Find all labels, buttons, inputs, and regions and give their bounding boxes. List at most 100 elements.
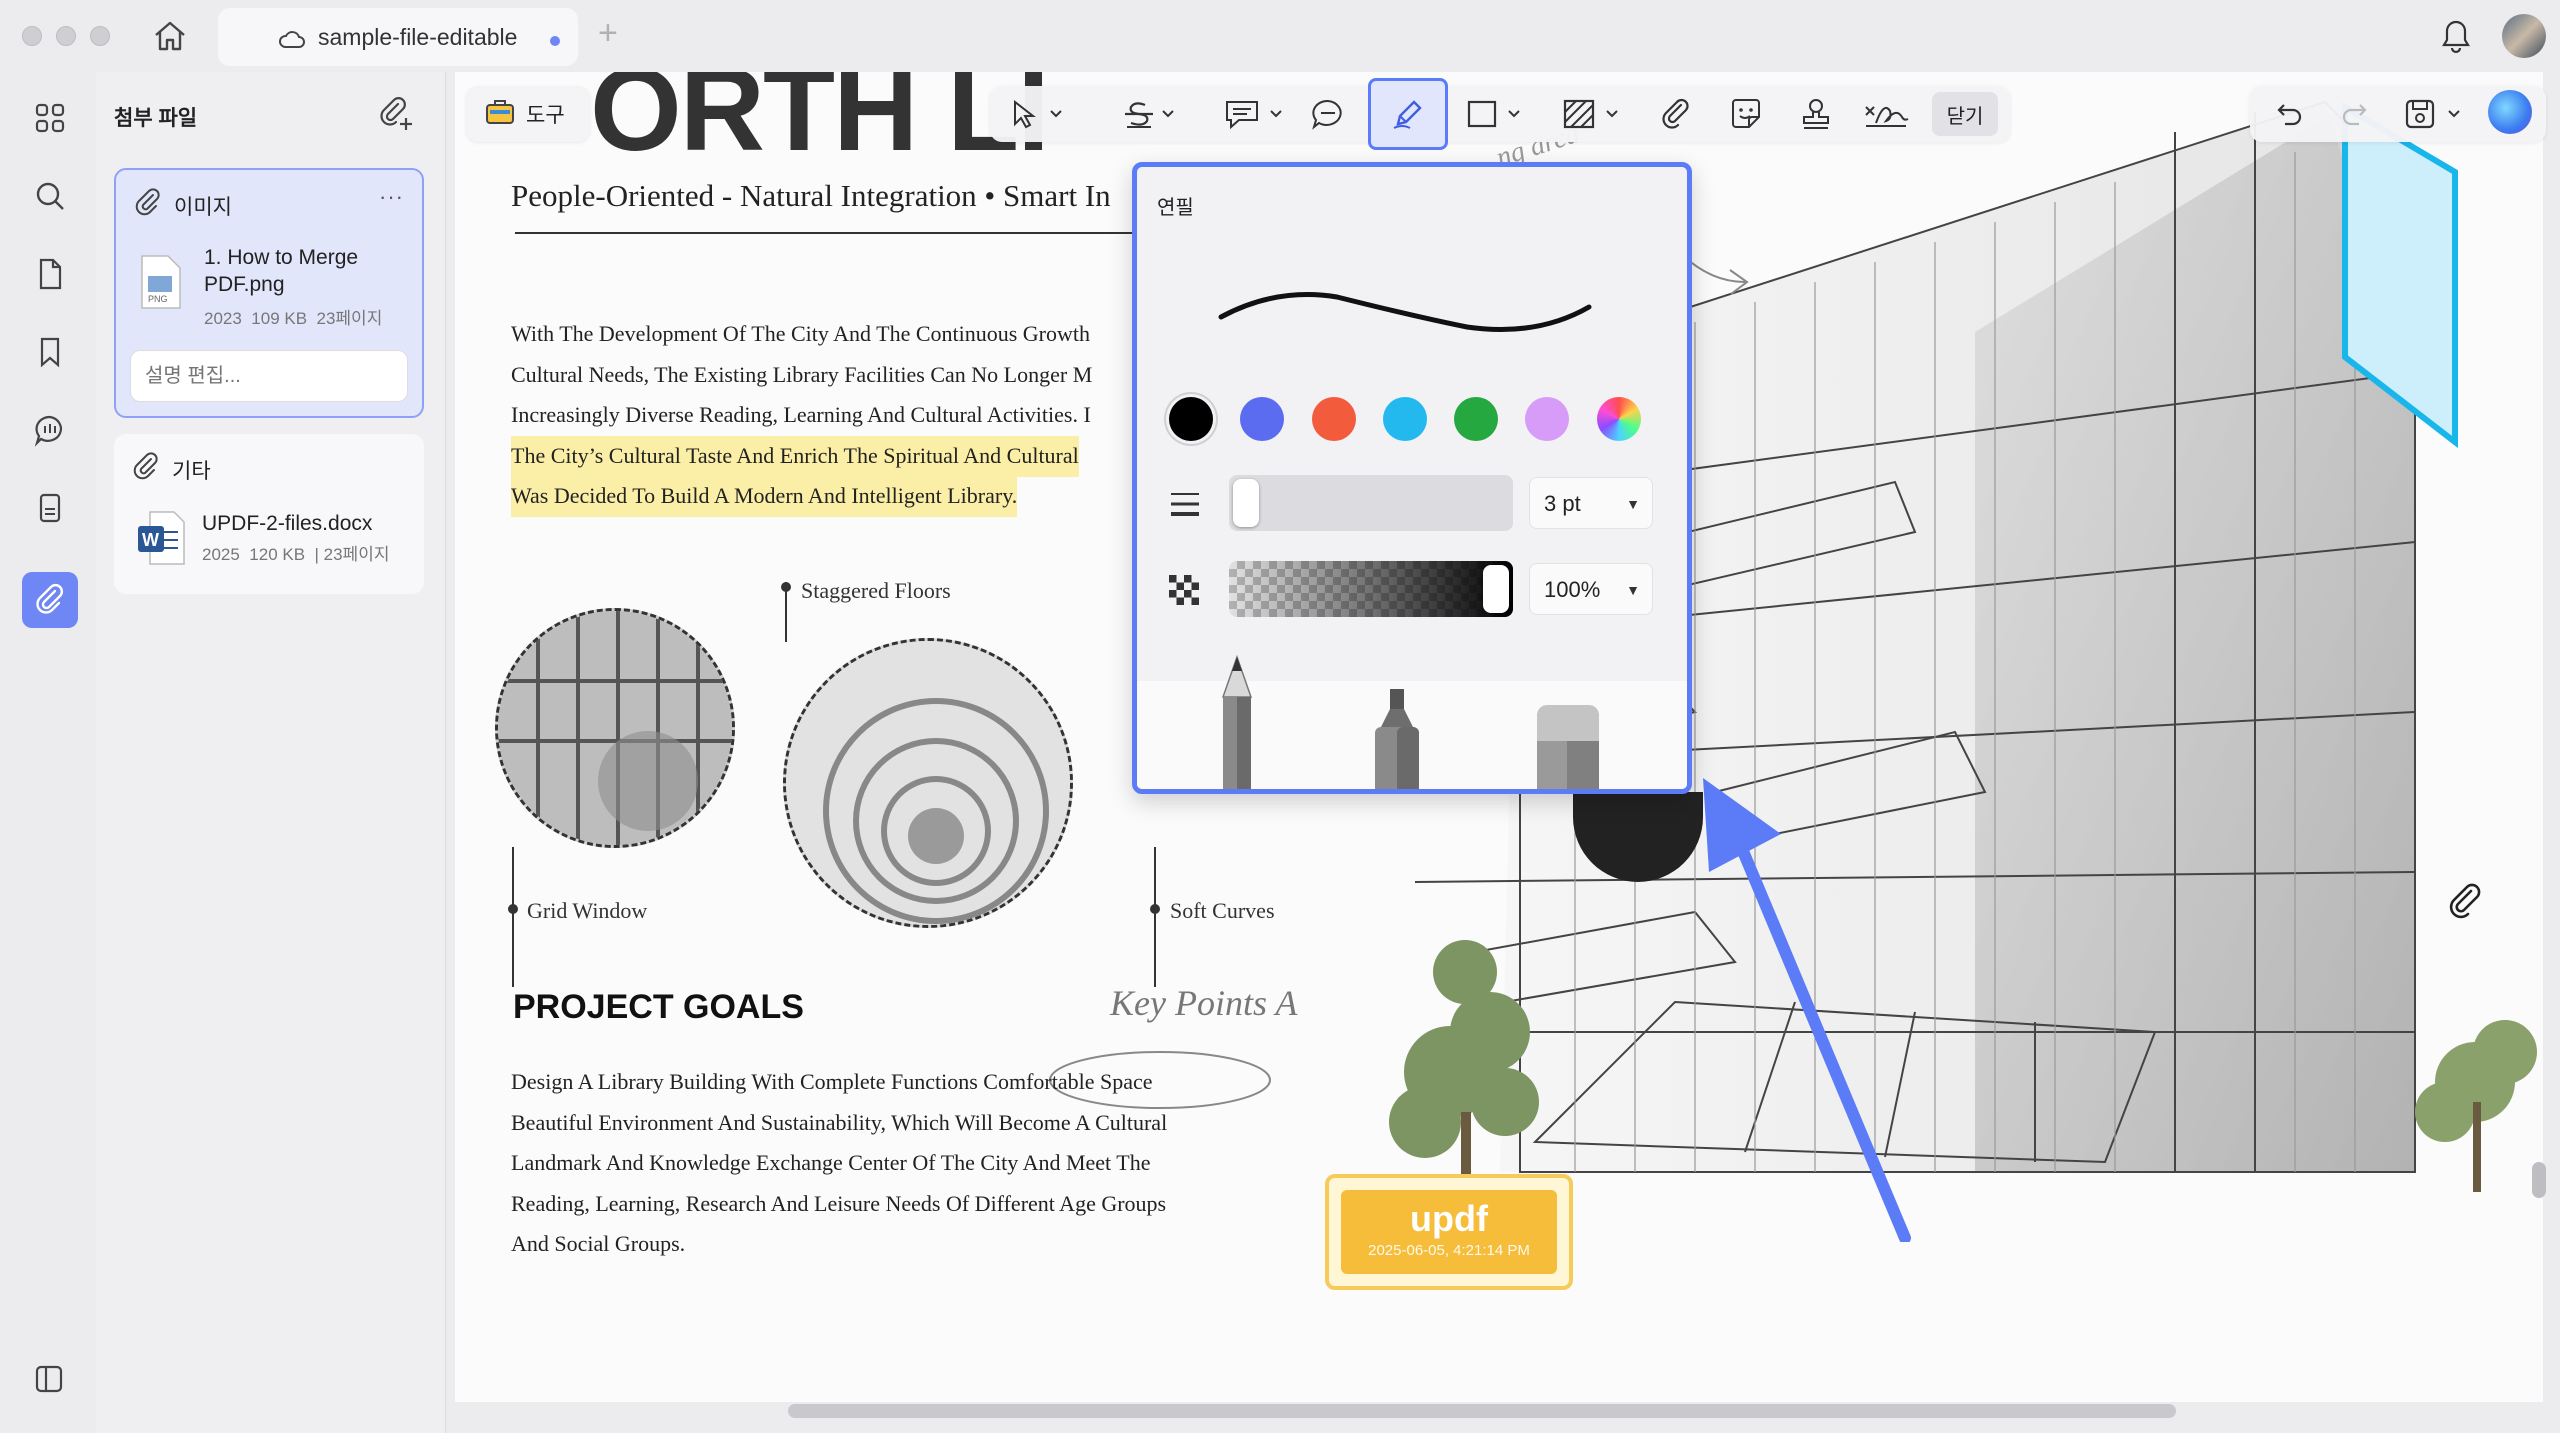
svg-text:PNG: PNG [148, 294, 168, 304]
intro-line: Increasingly Diverse Reading, Learning A… [511, 402, 1091, 427]
undo-icon[interactable] [2268, 92, 2312, 136]
home-icon[interactable] [150, 18, 190, 54]
leader-dot [1150, 904, 1160, 914]
rectangle-tool-button[interactable] [1460, 92, 1530, 136]
attachment-file-name: UPDF-2-files.docx [202, 512, 373, 535]
ai-assistant-icon[interactable] [2488, 90, 2532, 134]
project-goals-heading: PROJECT GOALS [513, 988, 804, 1026]
color-swatch-black[interactable] [1169, 397, 1213, 441]
horizontal-scrollbar[interactable] [788, 1404, 2176, 1418]
eraser-type-icon[interactable] [1533, 701, 1603, 789]
attachments-panel: 첨부 파일 이미지 ··· PNG 1. How to Merge PDF.pn… [35, 72, 446, 1433]
tab-title: sample-file-editable [318, 24, 518, 50]
paperclip-icon [134, 188, 164, 224]
note-comment-tool-button[interactable] [1306, 92, 1350, 136]
color-swatch-lavender[interactable] [1525, 397, 1569, 441]
stroke-width-dropdown[interactable]: 3 pt ▼ [1529, 477, 1653, 529]
stroke-width-knob[interactable] [1233, 479, 1259, 527]
maximize-window-button[interactable] [90, 26, 110, 46]
goals-line: And Social Groups. [511, 1231, 686, 1256]
tools-button[interactable]: 도구 [466, 86, 590, 142]
popup-title: 연필 [1157, 197, 1194, 219]
opacity-slider[interactable] [1229, 561, 1513, 617]
close-window-button[interactable] [22, 26, 42, 46]
color-swatch-green[interactable] [1454, 397, 1498, 441]
intro-line: Cultural Needs, The Existing Library Fac… [511, 362, 1093, 387]
group-label: 기타 [172, 460, 211, 483]
attachment-file-meta: 2025 120 KB | 23페이지 [202, 545, 390, 564]
pencil-tool-button[interactable] [1368, 78, 1448, 150]
label-soft-curves: Soft Curves [1170, 898, 1275, 923]
more-options-button[interactable]: ··· [379, 184, 404, 210]
attachment-file-meta: 2023 109 KB 23페이지 [204, 309, 383, 328]
leader-line [512, 847, 514, 987]
intro-line-highlighted[interactable]: The City’s Cultural Taste And Enrich The… [511, 436, 1079, 477]
intro-line: With The Development Of The City And The… [511, 321, 1091, 346]
leader-dot [508, 904, 518, 914]
paperclip-icon [132, 452, 162, 488]
custom-color-picker[interactable] [1597, 397, 1641, 441]
comments-icon[interactable] [28, 408, 72, 452]
stamp-tool-button[interactable] [1794, 92, 1838, 136]
add-attachment-icon[interactable] [378, 96, 414, 137]
subtitle-underline [515, 232, 1155, 234]
vertical-scrollbar[interactable] [2532, 1162, 2546, 1198]
goals-line: Landmark And Knowledge Exchange Center O… [511, 1150, 1151, 1175]
line-weight-icon [1169, 489, 1201, 524]
stamp-annotation[interactable]: updf 2025-06-05, 4:21:14 PM [1325, 1174, 1573, 1290]
attachment-icon[interactable] [22, 572, 78, 628]
arrow-annotation[interactable] [1695, 742, 1925, 1242]
minimize-window-button[interactable] [56, 26, 76, 46]
signature-tool-button[interactable] [1860, 92, 1912, 136]
goals-line: Beautiful Environment And Sustainability… [511, 1110, 1168, 1135]
document-title: ORTH LI [590, 72, 1050, 176]
annotation-toolbar: 닫기 [990, 78, 2010, 150]
thumbnails-icon[interactable] [28, 96, 72, 140]
staggered-floors-photo [783, 638, 1073, 928]
leader-line [1154, 847, 1156, 987]
document-tab[interactable]: sample-file-editable [218, 8, 578, 66]
bookmark-icon[interactable] [28, 330, 72, 374]
unsaved-dot [550, 36, 560, 46]
dropdown-arrow-icon: ▼ [1626, 496, 1640, 512]
intro-line-highlighted[interactable]: Was Decided To Build A Modern And Intell… [511, 476, 1018, 517]
sticker-tool-button[interactable] [1724, 92, 1768, 136]
marker-type-icon[interactable] [1367, 687, 1427, 789]
text-comment-tool-button[interactable] [1218, 92, 1290, 136]
color-swatch-orange[interactable] [1312, 397, 1356, 441]
document-stack-icon[interactable] [28, 486, 72, 530]
svg-text:W: W [142, 530, 159, 550]
page-icon[interactable] [28, 252, 72, 296]
grid-window-photo [495, 608, 735, 848]
label-staggered-floors: Staggered Floors [801, 578, 951, 603]
search-icon[interactable] [28, 174, 72, 218]
sidebar-toggle-icon[interactable] [32, 1362, 66, 1401]
redo-icon[interactable] [2332, 92, 2376, 136]
select-tool-button[interactable] [1004, 92, 1070, 136]
stamp-title: updf [1410, 1198, 1488, 1239]
attachment-icon[interactable] [2445, 882, 2485, 927]
close-toolbar-button[interactable]: 닫기 [1932, 92, 1998, 136]
color-swatch-cyan[interactable] [1383, 397, 1427, 441]
strikethrough-tool-button[interactable] [1116, 92, 1182, 136]
left-icon-rail [0, 72, 96, 1433]
pencil-type-icon[interactable] [1211, 651, 1263, 789]
leader-dot [781, 582, 791, 592]
stamp-date: 2025-06-05, 4:21:14 PM [1368, 1242, 1530, 1259]
new-tab-button[interactable]: + [598, 14, 618, 53]
save-icon[interactable] [2398, 92, 2470, 136]
opacity-dropdown[interactable]: 100% ▼ [1529, 563, 1653, 615]
description-input[interactable] [130, 350, 408, 402]
opacity-knob[interactable] [1483, 565, 1509, 613]
attachment-group-other[interactable]: 기타 W UPDF-2-files.docx 2025 120 KB | 23페… [114, 434, 424, 594]
goals-line: Design A Library Building With Complete … [511, 1069, 1153, 1094]
bell-icon[interactable] [2440, 18, 2472, 59]
attachment-group-images[interactable]: 이미지 ··· PNG 1. How to Merge PDF.png 2023… [114, 168, 424, 418]
attach-file-tool-button[interactable] [1654, 92, 1698, 136]
toolbox-icon [484, 96, 516, 132]
user-avatar[interactable] [2502, 14, 2546, 58]
stroke-width-slider[interactable] [1229, 475, 1513, 531]
color-swatch-blue[interactable] [1240, 397, 1284, 441]
area-highlight-tool-button[interactable] [1556, 92, 1628, 136]
group-label: 이미지 [174, 196, 232, 219]
